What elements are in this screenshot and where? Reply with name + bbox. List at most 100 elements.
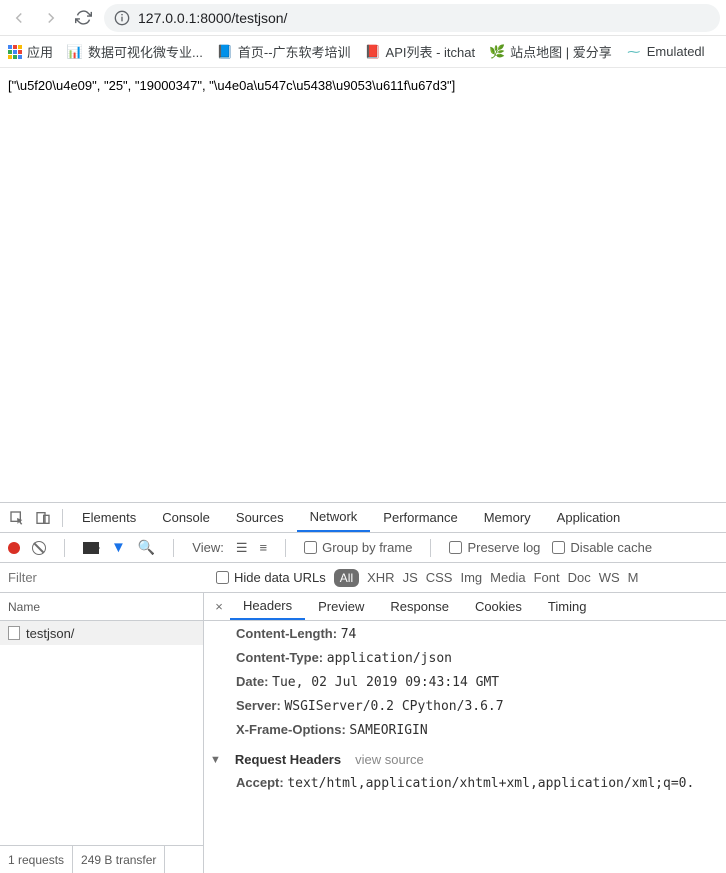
close-detail-button[interactable]: × [208,599,230,614]
divider [285,539,286,557]
detail-tab-response[interactable]: Response [377,594,462,619]
header-line: Server: WSGIServer/0.2 CPython/3.6.7 [222,694,726,718]
clear-button[interactable] [32,541,46,555]
bookmark-label: 数据可视化微专业... [88,42,203,61]
tab-console[interactable]: Console [149,504,223,531]
group-label: Group by frame [322,540,412,555]
bookmark-item[interactable]: 📕API列表 - itchat [365,42,476,61]
detail-tab-preview[interactable]: Preview [305,594,377,619]
view-large-icon[interactable]: ☰ [236,540,248,556]
response-headers-section: Content-Length: 74 Content-Type: applica… [222,621,726,742]
bookmark-item[interactable]: 📘 首页--广东软考培训 [217,42,351,61]
apps-label: 应用 [27,42,53,61]
filter-type-doc[interactable]: Doc [568,570,591,585]
filter-icon[interactable]: ▼ [111,539,126,556]
device-toggle-icon[interactable] [30,505,56,531]
divider [62,509,63,527]
disable-cache-label: Disable cache [570,540,652,555]
devtools-tabs: Elements Console Sources Network Perform… [0,503,726,533]
tab-memory[interactable]: Memory [471,504,544,531]
record-button[interactable] [8,542,20,554]
bookmark-label: 站点地图 | 爱分享 [510,42,612,61]
address-bar[interactable]: 127.0.0.1:8000/testjson/ [104,4,720,32]
header-key: Date: [236,674,269,689]
network-filter-bar: Hide data URLs All XHR JS CSS Img Media … [0,563,726,593]
url-text: 127.0.0.1:8000/testjson/ [138,10,287,26]
nav-buttons [6,5,96,31]
tab-sources[interactable]: Sources [223,504,297,531]
header-line: X-Frame-Options: SAMEORIGIN [222,718,726,742]
apps-button[interactable]: 应用 [8,42,53,61]
reload-button[interactable] [70,5,96,31]
header-line: Content-Length: 74 [222,622,726,646]
site-info-icon[interactable] [114,10,130,26]
search-icon[interactable]: 🔍 [138,539,155,556]
request-list: Name testjson/ 1 requests 249 B transfer [0,593,204,873]
detail-content[interactable]: Content-Length: 74 Content-Type: applica… [204,621,726,873]
devtools-body: Name testjson/ 1 requests 249 B transfer… [0,593,726,873]
filter-type-xhr[interactable]: XHR [367,570,394,585]
favicon-icon: ⁓ [626,44,642,60]
filter-type-media[interactable]: Media [490,570,525,585]
filter-type-css[interactable]: CSS [426,570,453,585]
detail-tab-headers[interactable]: Headers [230,593,305,620]
filter-input[interactable] [8,570,208,585]
favicon-icon: 🌿 [489,44,505,60]
header-line: Content-Type: application/json [222,646,726,670]
divider [173,539,174,557]
page-body: ["\u5f20\u4e09", "25", "19000347", "\u4e… [0,68,726,502]
hide-data-urls-checkbox[interactable]: Hide data URLs [216,570,326,585]
detail-tab-cookies[interactable]: Cookies [462,594,535,619]
tab-network[interactable]: Network [297,503,371,532]
filter-type-js[interactable]: JS [403,570,418,585]
header-line: Accept: text/html,application/xhtml+xml,… [222,771,726,795]
request-row[interactable]: testjson/ [0,621,203,645]
disable-cache-checkbox[interactable]: Disable cache [552,540,652,555]
forward-button[interactable] [38,5,64,31]
filter-type-font[interactable]: Font [534,570,560,585]
transfer-size: 249 B transfer [73,846,165,873]
filter-type-all[interactable]: All [334,569,359,587]
screenshot-icon[interactable] [83,542,99,554]
header-key: Accept: [236,775,284,790]
browser-toolbar: 127.0.0.1:8000/testjson/ [0,0,726,36]
header-key: Server: [236,698,281,713]
disclosure-triangle-icon: ▼ [210,754,221,766]
header-key: Content-Length: [236,626,337,641]
response-text: ["\u5f20\u4e09", "25", "19000347", "\u4e… [8,78,455,93]
view-small-icon[interactable]: ≡ [260,540,268,555]
header-value: Tue, 02 Jul 2019 09:43:14 GMT [272,675,499,690]
filter-type-img[interactable]: Img [460,570,482,585]
view-source-link[interactable]: view source [355,752,424,767]
favicon-icon: 📊 [67,44,83,60]
back-button[interactable] [6,5,32,31]
divider [64,539,65,557]
inspect-element-icon[interactable] [4,505,30,531]
bookmark-item[interactable]: 📊 数据可视化微专业... [67,42,203,61]
header-value: application/json [327,651,452,666]
request-headers-section-head[interactable]: ▼ Request Headers view source [222,742,726,771]
tab-performance[interactable]: Performance [370,504,470,531]
preserve-label: Preserve log [467,540,540,555]
filter-type-manifest[interactable]: M [628,570,639,585]
favicon-icon: 📘 [217,44,233,60]
tab-application[interactable]: Application [544,504,634,531]
document-icon [8,626,20,640]
detail-tab-timing[interactable]: Timing [535,594,600,619]
detail-tabs: × Headers Preview Response Cookies Timin… [204,593,726,621]
group-by-frame-checkbox[interactable]: Group by frame [304,540,412,555]
header-value: text/html,application/xhtml+xml,applicat… [287,776,694,791]
bookmark-item[interactable]: 🌿 站点地图 | 爱分享 [489,42,612,61]
tab-elements[interactable]: Elements [69,504,149,531]
bookmark-label: API列表 - itchat [386,42,476,61]
bookmark-item[interactable]: ⁓Emulatedl [626,44,705,60]
apps-icon [8,45,22,59]
requests-count: 1 requests [0,846,73,873]
request-detail-pane: × Headers Preview Response Cookies Timin… [204,593,726,873]
divider [430,539,431,557]
request-list-header[interactable]: Name [0,593,203,621]
filter-type-ws[interactable]: WS [599,570,620,585]
bookmark-label: 首页--广东软考培训 [238,42,351,61]
preserve-log-checkbox[interactable]: Preserve log [449,540,540,555]
request-name: testjson/ [26,626,74,641]
